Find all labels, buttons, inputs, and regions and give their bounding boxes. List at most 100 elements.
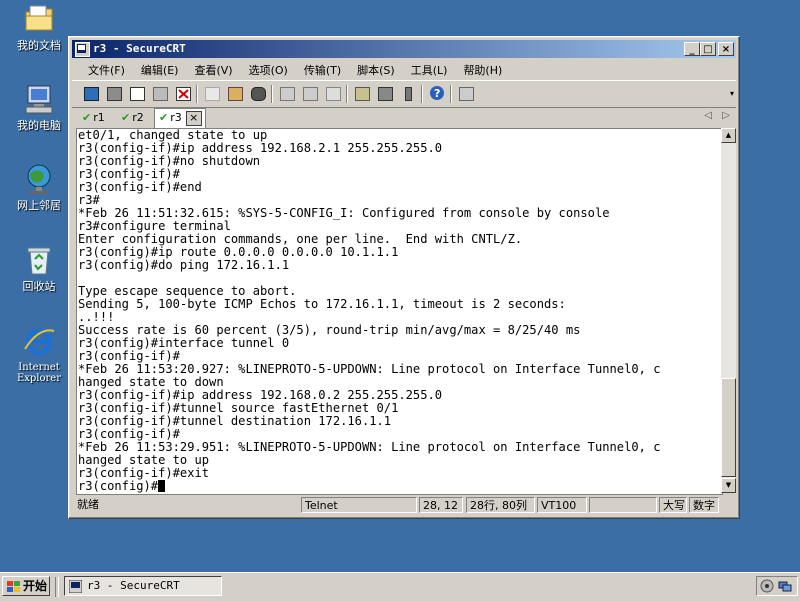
maximize-button[interactable]: □ xyxy=(700,42,716,56)
toolbar-separator xyxy=(196,85,198,103)
connected-check-icon: ✔ xyxy=(82,111,92,124)
tab-r2[interactable]: ✔ r2 xyxy=(117,109,148,128)
svg-text:?: ? xyxy=(434,87,440,100)
close-button[interactable]: × xyxy=(718,42,734,56)
menu-script[interactable]: 脚本(S) xyxy=(349,59,403,78)
print-selection-icon[interactable] xyxy=(301,85,319,102)
toolbar-separator xyxy=(421,85,423,103)
menu-transfer[interactable]: 传输(T) xyxy=(296,59,349,78)
folder-icon xyxy=(22,2,56,36)
help-icon[interactable]: ? xyxy=(428,85,446,102)
menu-help[interactable]: 帮助(H) xyxy=(455,59,510,78)
terminal-cursor xyxy=(158,480,166,492)
desktop-icon-internet-explorer[interactable]: Internet Explorer xyxy=(8,325,70,384)
taskbar: 开始 r3 - SecureCRT xyxy=(0,572,800,601)
session-tabs: ✔ r1 ✔ r2 ✔ r3 × ◁ ▷ xyxy=(72,108,736,130)
terminal-line: r3(config)#do ping 172.16.1.1 xyxy=(78,258,290,272)
status-text: 就绪 xyxy=(77,498,99,511)
toolbar-overflow-icon[interactable]: ▾ xyxy=(730,89,734,98)
menu-edit[interactable]: 编辑(E) xyxy=(133,59,187,78)
tray-speaker-icon[interactable] xyxy=(760,579,774,593)
tab-r3[interactable]: ✔ r3 × xyxy=(154,108,206,130)
desktop-icon-recycle-bin[interactable]: 回收站 xyxy=(8,243,70,293)
minimize-button[interactable]: _ xyxy=(684,42,700,56)
app-icon xyxy=(75,42,90,57)
tray-network-icon[interactable] xyxy=(778,579,792,593)
copy-icon[interactable] xyxy=(203,85,221,102)
status-caps-lock: 大写 xyxy=(659,497,687,513)
menu-tools[interactable]: 工具(L) xyxy=(403,59,456,78)
menu-view[interactable]: 查看(V) xyxy=(186,59,240,78)
window-title: r3 - SecureCRT xyxy=(93,42,186,55)
desktop-icon-label: 我的文档 xyxy=(17,39,61,52)
taskbar-item-securecrt[interactable]: r3 - SecureCRT xyxy=(64,576,222,596)
terminal-view[interactable]: et0/1, changed state to up r3(config-if)#… xyxy=(76,128,723,495)
disconnect-icon[interactable] xyxy=(174,85,192,102)
tab-r1[interactable]: ✔ r1 xyxy=(78,109,109,128)
paste-icon[interactable] xyxy=(226,85,244,102)
toolbar-separator xyxy=(346,85,348,103)
terminal-line: Sending 5, 100-byte ICMP Echos to 172.16… xyxy=(78,297,566,311)
task-label: r3 - SecureCRT xyxy=(87,579,180,592)
tab-scroll-right-icon[interactable]: ▷ xyxy=(722,110,730,121)
menu-file[interactable]: 文件(F) xyxy=(80,59,133,78)
status-terminal-size: 28行, 80列 xyxy=(466,497,535,513)
tab-label: r1 xyxy=(93,111,105,124)
desktop-icon-my-computer[interactable]: 我的电脑 xyxy=(8,82,70,132)
terminal-output: et0/1, changed state to up r3(config-if)#… xyxy=(77,129,722,493)
taskbar-separator xyxy=(55,577,59,597)
securecrt-window: r3 - SecureCRT _ □ × 文件(F) 编辑(E) 查看(V) 选项(O… xyxy=(68,36,740,519)
tab-scroll-left-icon[interactable]: ◁ xyxy=(704,110,712,121)
terminal-scrollbar[interactable]: ▲ ▼ xyxy=(721,128,736,493)
desktop-icon-label: Internet Explorer xyxy=(16,362,62,384)
desktop-icon-label: 我的电脑 xyxy=(17,119,61,132)
toolbar: ? ▾ xyxy=(72,80,736,108)
start-button[interactable]: 开始 xyxy=(2,576,50,596)
menu-bar: 文件(F) 编辑(E) 查看(V) 选项(O) 传输(T) 脚本(S) 工具(L) 帮助(H) xyxy=(72,59,736,79)
terminal-prompt: r3(config)# xyxy=(78,479,159,493)
scroll-thumb[interactable] xyxy=(721,378,736,477)
menu-options[interactable]: 选项(O) xyxy=(241,59,296,78)
print-setup-icon[interactable] xyxy=(278,85,296,102)
status-protocol: Telnet xyxy=(301,497,417,513)
keymap-icon[interactable] xyxy=(399,85,417,102)
connect-tab-icon[interactable] xyxy=(128,85,146,102)
status-bar: 就绪 Telnet 28, 12 28行, 80列 VT100 大写 数字 xyxy=(72,496,736,515)
terminal-line: r3(config-if)#exit xyxy=(78,466,210,480)
recycle-bin-icon xyxy=(22,243,56,277)
computer-icon xyxy=(22,82,56,116)
status-emulation: VT100 xyxy=(537,497,587,513)
connected-check-icon: ✔ xyxy=(121,111,131,124)
desktop-icon-label: 网上邻居 xyxy=(17,199,61,212)
network-globe-icon xyxy=(22,162,56,196)
system-tray xyxy=(756,576,798,596)
status-num-lock: 数字 xyxy=(689,497,719,513)
terminal-prompt-line: r3(config)# xyxy=(78,480,722,493)
map-icon[interactable] xyxy=(457,85,475,102)
status-empty-field xyxy=(589,497,657,513)
internet-explorer-icon xyxy=(22,325,56,359)
windows-logo-icon xyxy=(7,581,20,592)
scroll-up-icon[interactable]: ▲ xyxy=(721,128,736,143)
terminal-line: r3(config-if)#end xyxy=(78,180,202,194)
connect-icon[interactable] xyxy=(82,85,100,102)
securecrt-app-icon xyxy=(69,580,82,593)
tab-close-icon[interactable]: × xyxy=(185,111,202,126)
global-options-icon[interactable] xyxy=(376,85,394,102)
start-label: 开始 xyxy=(23,579,48,593)
toolbar-separator xyxy=(271,85,273,103)
session-options-icon[interactable] xyxy=(353,85,371,102)
desktop-icon-my-documents[interactable]: 我的文档 xyxy=(8,2,70,52)
tab-label: r2 xyxy=(132,111,144,124)
reconnect-icon[interactable] xyxy=(151,85,169,102)
print-icon[interactable] xyxy=(324,85,342,102)
find-icon[interactable] xyxy=(249,85,267,102)
title-bar[interactable]: r3 - SecureCRT _ □ × xyxy=(72,40,736,58)
scroll-down-icon[interactable]: ▼ xyxy=(721,478,736,493)
connected-check-icon: ✔ xyxy=(159,111,169,124)
quick-connect-icon[interactable] xyxy=(105,85,123,102)
tab-label: r3 xyxy=(170,111,182,124)
desktop-icon-network[interactable]: 网上邻居 xyxy=(8,162,70,212)
status-cursor-position: 28, 12 xyxy=(419,497,463,513)
toolbar-separator xyxy=(450,85,452,103)
